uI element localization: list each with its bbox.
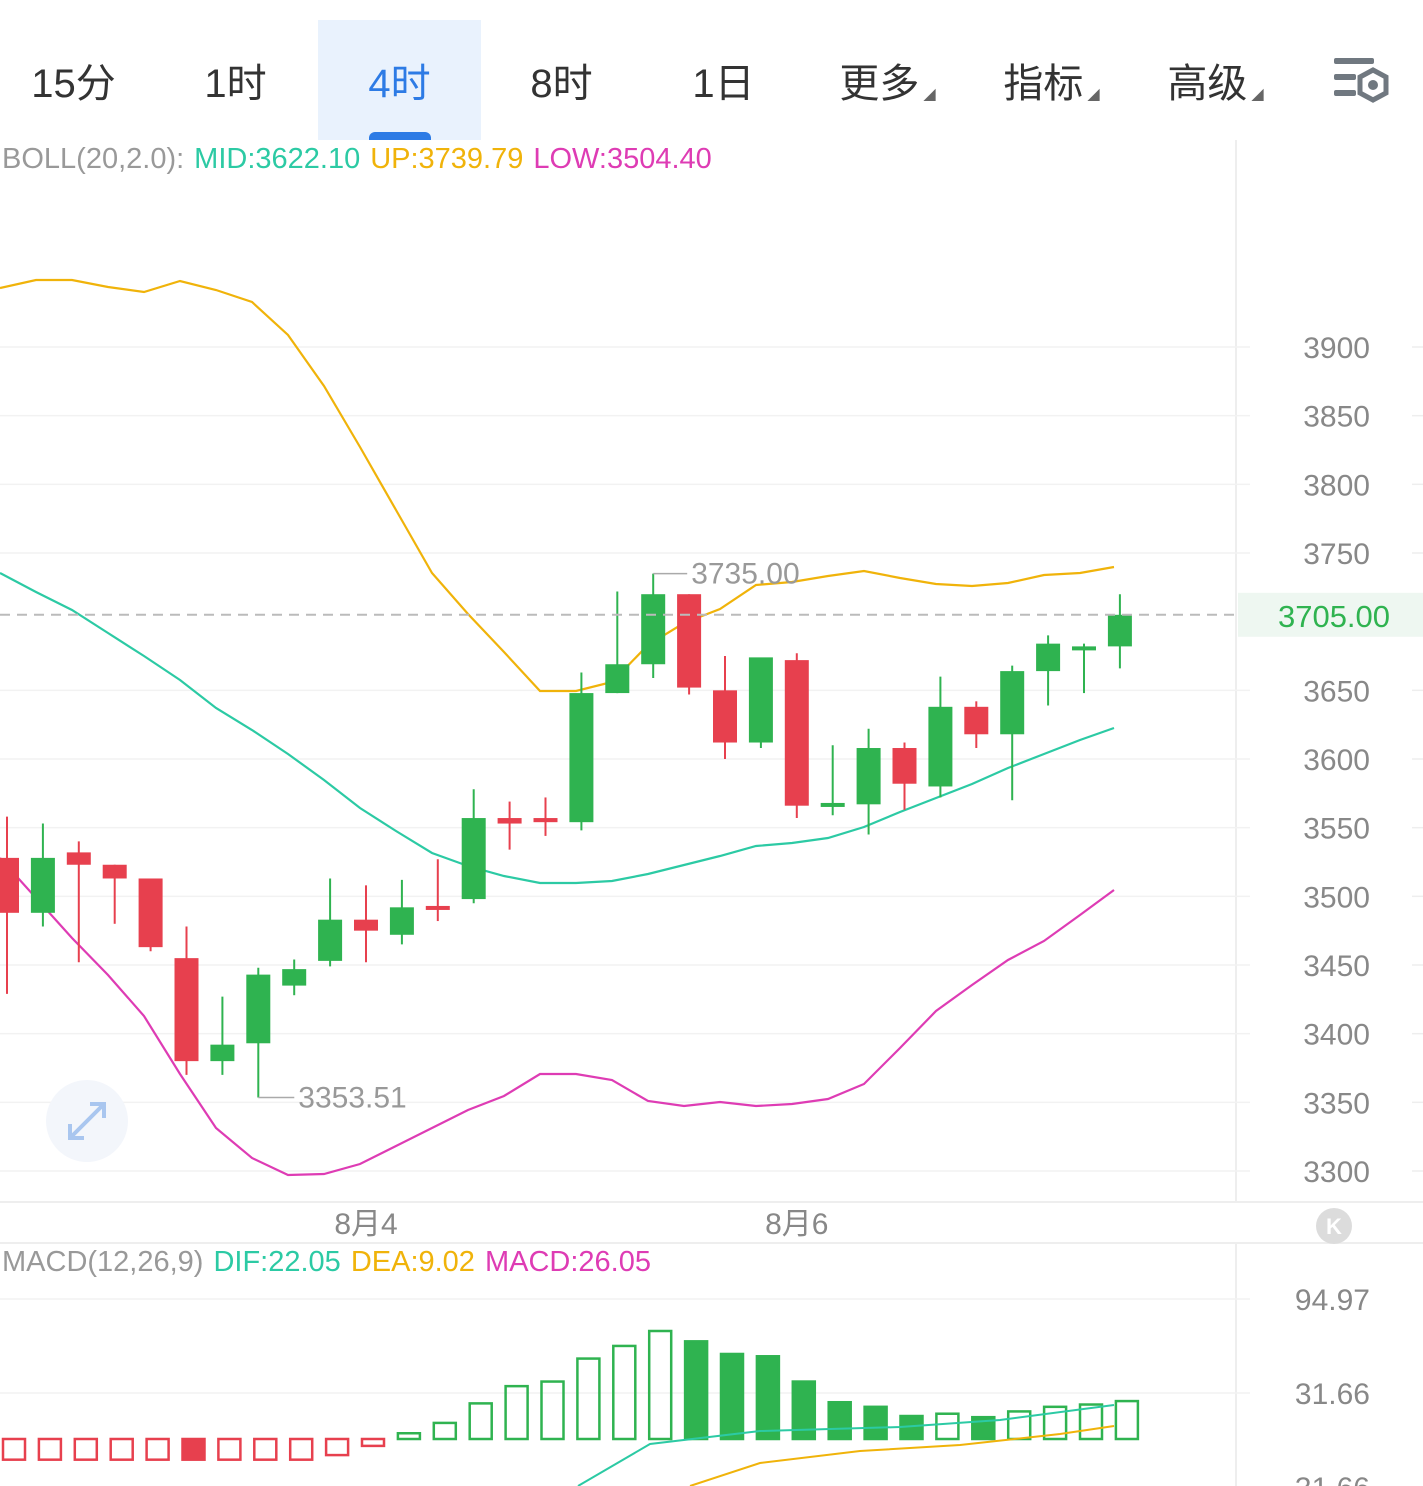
candle-body (1000, 671, 1025, 735)
price-tick-label: 3750 (1303, 538, 1370, 571)
candle-body (820, 802, 845, 807)
macd-bar (432, 1421, 458, 1441)
macd-bar (109, 1437, 134, 1461)
macd-bar (468, 1402, 493, 1441)
candle-body (461, 818, 486, 900)
current-price-label: 3705.00 (1278, 599, 1390, 634)
macd-bar (827, 1400, 852, 1441)
candle-body (246, 974, 271, 1044)
candle-body (425, 905, 450, 910)
macd-bar (1, 1437, 27, 1461)
price-tick-label: 3550 (1303, 813, 1370, 846)
candle-body (1072, 646, 1096, 651)
macd-bar (863, 1405, 888, 1441)
low-marker-label: 3353.51 (298, 1082, 406, 1115)
candle-body (892, 748, 917, 784)
k-badge-label: K (1326, 1214, 1342, 1239)
candle-body (0, 857, 19, 913)
candle-body (1107, 614, 1132, 647)
macd-tick-label: -31.66 (1285, 1472, 1370, 1486)
macd-tick-label: 31.66 (1295, 1378, 1370, 1411)
candle-body (784, 660, 809, 806)
candle-body (569, 693, 594, 823)
candle-body (964, 706, 989, 735)
candle-body (748, 657, 773, 743)
macd-panel: 94.97 31.66 -31.66 (0, 1284, 1370, 1486)
macd-bar (755, 1355, 781, 1441)
price-tick-label: 3650 (1303, 675, 1370, 708)
macd-tick-label: 94.97 (1295, 1284, 1370, 1317)
price-markers: 3705.00 3735.00 3353.51 (0, 558, 1423, 1115)
macd-bar (360, 1437, 386, 1448)
expand-chart-button[interactable] (46, 1080, 128, 1162)
candle-body (928, 706, 953, 787)
price-tick-label: 3850 (1303, 401, 1370, 434)
candle-body (282, 969, 307, 986)
macd-bar (576, 1357, 601, 1441)
macd-bar (935, 1412, 960, 1441)
price-grid (0, 140, 1423, 1486)
macd-bar (37, 1437, 63, 1461)
date-label: 8月4 (334, 1208, 397, 1241)
candle-body (497, 818, 522, 824)
candles (0, 573, 1132, 1098)
price-tick-label: 3450 (1303, 950, 1370, 983)
macd-bar (719, 1352, 745, 1441)
price-tick-label: 3900 (1303, 332, 1370, 365)
price-tick-label: 3600 (1303, 744, 1370, 777)
macd-bar (1114, 1399, 1140, 1441)
boll-lower-line (0, 857, 1115, 1177)
candle-body (641, 594, 666, 665)
candle-body (174, 958, 199, 1062)
candle-body (30, 857, 55, 913)
macd-bar (396, 1432, 422, 1441)
expand-icon (68, 1102, 106, 1140)
macd-bar (683, 1340, 709, 1441)
macd-bar (253, 1437, 278, 1461)
price-tick-label: 3800 (1303, 469, 1370, 502)
candlestick-chart[interactable]: 3705.00 3735.00 3353.51 3900 3850 3800 3750 36… (0, 0, 1423, 1486)
macd-bar (324, 1437, 350, 1457)
candle-body (677, 594, 702, 688)
candle-body (210, 1044, 235, 1062)
macd-bar (73, 1437, 99, 1461)
candle-body (713, 690, 737, 743)
macd-bar (540, 1380, 565, 1441)
candle-body (66, 852, 91, 865)
macd-bar (217, 1437, 242, 1461)
candle-body (102, 864, 127, 879)
macd-bar (647, 1329, 673, 1441)
candle-body (318, 919, 343, 961)
price-tick-label: 3500 (1303, 881, 1370, 914)
candle-body (605, 664, 630, 694)
macd-bar (288, 1437, 314, 1461)
price-tick-label: 3350 (1303, 1087, 1370, 1120)
high-marker-label: 3735.00 (691, 558, 799, 591)
candle-body (1036, 643, 1061, 672)
macd-bar (181, 1437, 206, 1461)
date-axis: 8月4 8月6 K (334, 1208, 1352, 1244)
macd-bar (504, 1384, 529, 1441)
boll-upper-line (0, 278, 1115, 693)
candle-body (354, 919, 378, 931)
price-tick-label: 3300 (1303, 1156, 1370, 1189)
macd-bar (145, 1437, 170, 1461)
price-axis: 3900 3850 3800 3750 3650 3600 3550 3500 3450 3400… (1303, 332, 1370, 1189)
candle-body (533, 818, 558, 823)
date-label: 8月6 (765, 1208, 828, 1241)
candle-body (138, 878, 163, 948)
price-tick-label: 3400 (1303, 1019, 1370, 1052)
candle-body (856, 748, 881, 805)
candle-body (389, 907, 414, 935)
